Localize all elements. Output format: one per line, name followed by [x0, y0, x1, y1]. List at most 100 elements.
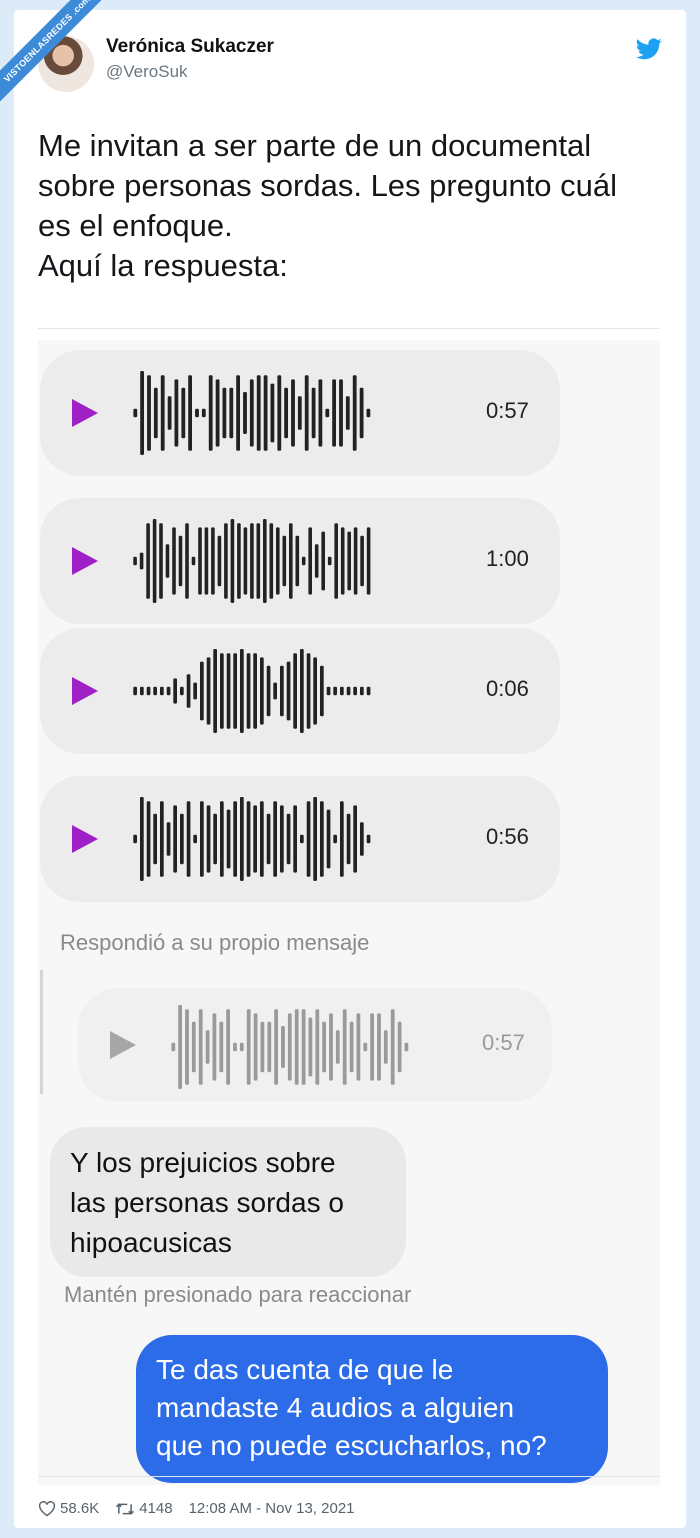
- waveform-bar: [315, 1009, 320, 1085]
- play-icon[interactable]: [72, 677, 98, 705]
- waveform-bar: [191, 556, 196, 566]
- waveform-bar: [308, 1017, 313, 1077]
- sent-message-text: Te das cuenta de que le mandaste 4 audio…: [156, 1354, 547, 1461]
- waveform-bar: [140, 686, 144, 696]
- waveform-bar: [353, 686, 357, 696]
- hold-hint: Mantén presionado para reaccionar: [64, 1282, 412, 1307]
- waveform-bar: [249, 379, 254, 447]
- waveform-bar: [287, 1013, 292, 1081]
- waveform-bar: [133, 408, 138, 418]
- waveform-bar: [276, 527, 280, 595]
- waveform-bar: [211, 527, 215, 595]
- twitter-bird-icon[interactable]: [636, 38, 662, 60]
- waveform-bar: [300, 834, 304, 844]
- audio-duration: 0:56: [486, 824, 529, 849]
- waveform-bar: [180, 813, 184, 865]
- waveform-bar: [195, 408, 199, 418]
- waveform-bar: [185, 523, 189, 599]
- waveform-bar: [220, 653, 224, 729]
- audio-message-3[interactable]: 0:06: [40, 628, 560, 754]
- waveform-bar: [291, 379, 295, 447]
- waveform-bar: [167, 396, 172, 430]
- sent-message-bubble[interactable]: Te das cuenta de que le mandaste 4 audio…: [136, 1335, 608, 1483]
- audio-message-1[interactable]: 0:57: [40, 350, 560, 476]
- waveform-bar: [253, 805, 257, 873]
- waveform-bar: [383, 1030, 388, 1064]
- waveform-bar: [325, 408, 330, 418]
- waveform-bar: [301, 556, 306, 566]
- author-name[interactable]: Verónica Sukaczer: [106, 36, 274, 58]
- waveform-bar: [243, 392, 247, 434]
- waveform-bar: [230, 519, 235, 603]
- waveform-bar: [297, 396, 302, 430]
- waveform-bar: [366, 408, 371, 418]
- waveform-bar: [359, 387, 364, 439]
- retweet-icon[interactable]: [115, 1501, 135, 1517]
- waveform-bar: [233, 801, 237, 877]
- waveform-bar: [193, 682, 197, 700]
- waveform: [171, 1005, 409, 1089]
- waveform-bar: [208, 375, 213, 451]
- waveform-bar: [333, 834, 337, 844]
- waveform-bar: [286, 661, 291, 721]
- waveform-bar: [293, 653, 297, 729]
- waveform-bar: [178, 535, 183, 587]
- waveform-bar: [243, 527, 248, 595]
- waveform-bar: [200, 661, 204, 721]
- waveform-bar: [200, 801, 204, 877]
- waveform-bar: [146, 686, 151, 696]
- audio-message-2[interactable]: 1:00: [40, 498, 560, 624]
- chat-screenshot[interactable]: 0:57 1:00 0:06 0:56 Respondió a su propi…: [38, 340, 660, 1485]
- waveform-bar: [212, 1013, 217, 1081]
- waveform-bar: [294, 1009, 299, 1085]
- received-message-bubble[interactable]: Y los prejuicios sobre las personas sord…: [50, 1127, 406, 1277]
- waveform-bar: [269, 523, 274, 599]
- waveform-bar: [173, 805, 177, 873]
- waveform-bar: [180, 686, 184, 696]
- waveform-bar: [253, 653, 257, 729]
- waveform-bar: [153, 387, 158, 439]
- waveform-bar: [320, 801, 324, 877]
- tweet-text: Me invitan a ser parte de un documental …: [38, 128, 618, 283]
- play-icon[interactable]: [72, 547, 98, 575]
- waveform-bar: [308, 527, 312, 595]
- waveform-bar: [353, 805, 357, 873]
- author-handle[interactable]: @VeroSuk: [106, 62, 188, 82]
- waveform-bar: [314, 544, 319, 578]
- waveform-bar: [217, 535, 222, 587]
- quoted-audio-message[interactable]: 0:57: [78, 988, 552, 1102]
- waveform-bar: [213, 813, 217, 865]
- waveform-bar: [366, 686, 371, 696]
- audio-message-4[interactable]: 0:56: [40, 776, 560, 902]
- tweet-timestamp[interactable]: 12:08 AM - Nov 13, 2021: [189, 1500, 355, 1517]
- waveform-bar: [260, 1021, 265, 1073]
- waveform-bar: [153, 686, 157, 696]
- play-icon[interactable]: [110, 1031, 136, 1059]
- like-count: 58.6K: [60, 1500, 100, 1517]
- waveform-bar: [193, 834, 197, 844]
- waveform-bar: [165, 544, 170, 578]
- waveform-bar: [304, 375, 309, 451]
- waveform-bar: [318, 379, 323, 447]
- waveform-bar: [226, 1009, 230, 1085]
- audio-duration: 1:00: [486, 546, 529, 571]
- waveform-bar: [345, 396, 350, 430]
- waveform-bar: [206, 657, 211, 725]
- waveform-bar: [334, 523, 338, 599]
- audio-duration: 0:06: [486, 676, 529, 701]
- waveform-bar: [256, 375, 261, 451]
- waveform-bar: [313, 657, 317, 725]
- waveform-bar: [253, 1013, 258, 1081]
- waveform-bar: [340, 801, 344, 877]
- divider-bottom: [38, 1476, 660, 1477]
- play-icon[interactable]: [72, 399, 98, 427]
- waveform-bar: [224, 523, 228, 599]
- waveform-bar: [166, 822, 171, 856]
- waveform-bar: [293, 805, 297, 873]
- waveform-bar: [146, 523, 150, 599]
- heart-icon[interactable]: [38, 1500, 56, 1517]
- waveform-bar: [273, 682, 277, 700]
- waveform-bar: [266, 813, 271, 865]
- play-icon[interactable]: [72, 825, 98, 853]
- waveform-bar: [174, 379, 179, 447]
